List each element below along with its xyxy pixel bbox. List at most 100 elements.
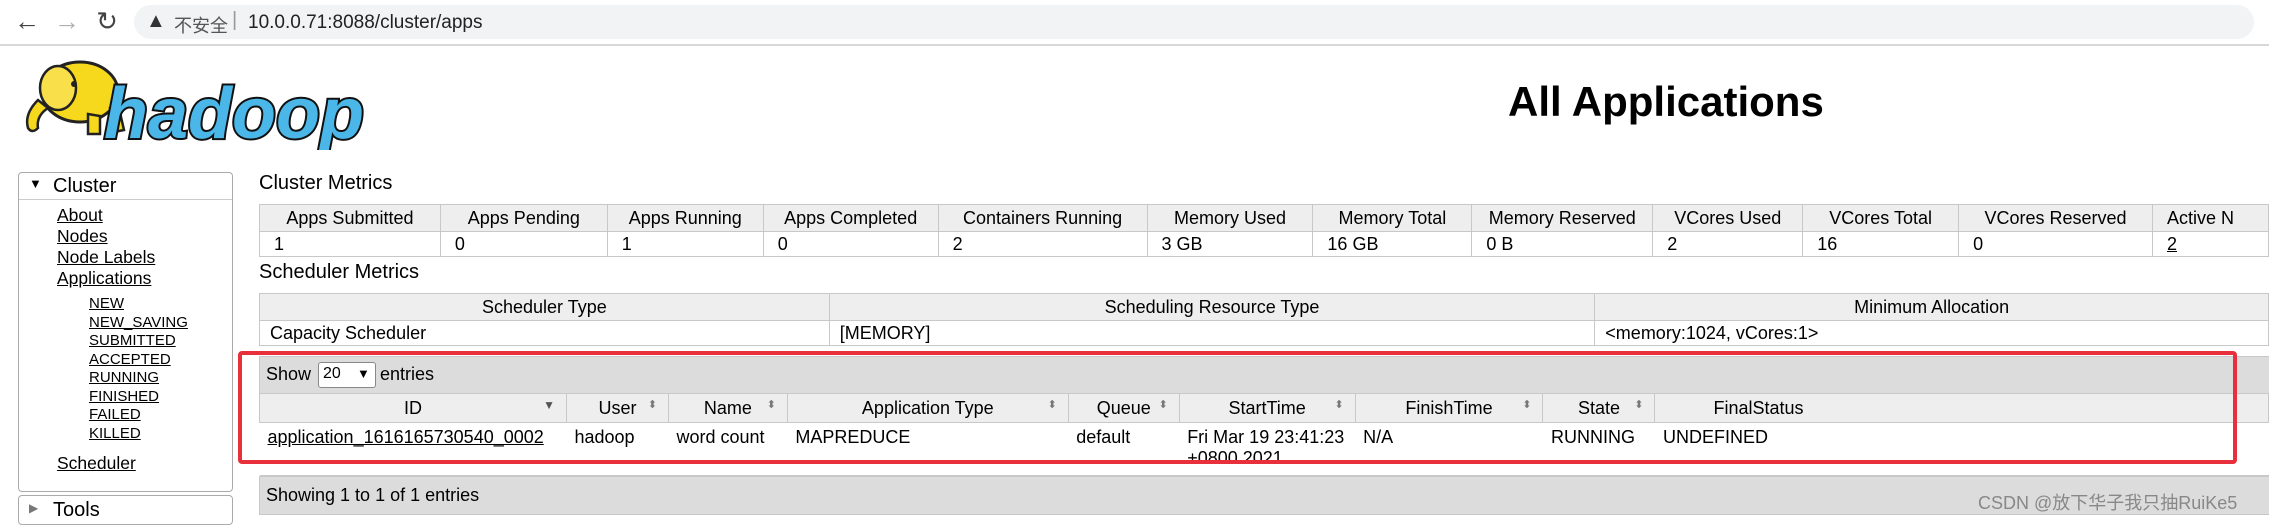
state-link-finished[interactable]: FINISHED — [89, 388, 188, 407]
metrics-header: Apps Completed — [762, 204, 939, 232]
caret-down-icon[interactable]: ▼ — [29, 176, 42, 191]
apps-table-toolbar: Show 20 ▼ entries — [259, 356, 2269, 394]
metric-vcores-total: 16 — [1802, 231, 1960, 257]
page-size-select[interactable]: 20 ▼ — [318, 362, 376, 388]
back-arrow-icon[interactable]: ← — [12, 6, 42, 36]
cluster-links: About Nodes Node Labels Applications — [57, 205, 155, 289]
nav-link-nodes[interactable]: Nodes — [57, 226, 155, 247]
column-header-id[interactable]: ID ▼ — [259, 393, 567, 423]
metrics-header: VCores Total — [1802, 204, 1960, 232]
metric-containers-running: 2 — [937, 231, 1148, 257]
metrics-header: Memory Reserved — [1471, 204, 1654, 232]
column-header-state[interactable]: State ⬍ — [1542, 393, 1656, 423]
column-header-start-time[interactable]: StartTime ⬍ — [1178, 393, 1356, 423]
application-state-links: NEW NEW_SAVING SUBMITTED ACCEPTED RUNNIN… — [89, 295, 188, 443]
column-header-name[interactable]: Name ⬍ — [667, 393, 788, 423]
metrics-value-row: 1 0 1 0 2 3 GB 16 GB 0 B 2 16 0 2 — [259, 231, 2269, 257]
column-header-queue[interactable]: Queue ⬍ — [1067, 393, 1180, 423]
sort-icon[interactable]: ⬍ — [1334, 398, 1343, 411]
state-link-new[interactable]: NEW — [89, 295, 188, 314]
entries-label: entries — [380, 364, 435, 384]
warning-icon[interactable]: ▲ — [146, 10, 166, 33]
metrics-header-row: Apps Submitted Apps Pending Apps Running… — [259, 204, 2269, 232]
insecure-label[interactable]: 不安全 — [174, 12, 228, 38]
app-id-link[interactable]: application_1616165730540_0002 — [268, 427, 544, 447]
apps-table-footer: Showing 1 to 1 of 1 entries — [259, 476, 2269, 515]
cluster-panel: ▼ Cluster About Nodes Node Labels Applic… — [18, 172, 233, 492]
state-link-submitted[interactable]: SUBMITTED — [89, 332, 188, 351]
app-id-cell: application_1616165730540_0002 — [259, 422, 567, 476]
cluster-label[interactable]: Cluster — [53, 175, 116, 198]
metric-vcores-used: 2 — [1652, 231, 1804, 257]
sort-desc-icon[interactable]: ▼ — [543, 398, 555, 412]
state-link-running[interactable]: RUNNING — [89, 369, 188, 388]
cluster-panel-header[interactable]: ▼ Cluster — [19, 173, 232, 200]
metric-apps-running: 1 — [606, 231, 764, 257]
scheduler-header-row: Scheduler Type Scheduling Resource Type … — [259, 293, 2269, 321]
applications-table: ID ▼ User ⬍ Name ⬍ Application Type ⬍ Queue ⬍… — [259, 393, 2269, 476]
app-type: MAPREDUCE — [787, 422, 1069, 476]
entries-info: Showing 1 to 1 of 1 entries — [266, 485, 480, 505]
sort-icon[interactable]: ⬍ — [1522, 398, 1531, 411]
state-link-accepted[interactable]: ACCEPTED — [89, 351, 188, 370]
state-link-killed[interactable]: KILLED — [89, 425, 188, 444]
app-final-status: UNDEFINED — [1654, 422, 2269, 476]
app-queue: default — [1068, 422, 1180, 476]
logo-wordmark: hadoop — [104, 74, 364, 150]
column-header-label: Queue — [1096, 397, 1151, 418]
cluster-metrics-title: Cluster Metrics — [259, 172, 393, 194]
scheduler-header: Scheduler Type — [259, 293, 830, 321]
metric-apps-completed: 0 — [762, 231, 939, 257]
nav-link-node-labels[interactable]: Node Labels — [57, 247, 155, 268]
state-link-new-saving[interactable]: NEW_SAVING — [89, 314, 188, 333]
app-finish-time: N/A — [1355, 422, 1543, 476]
browser-toolbar: ← → ↻ ▲ 不安全 | 10.0.0.71:8088/cluster/app… — [0, 0, 2269, 46]
table-row: application_1616165730540_0002 hadoop wo… — [259, 422, 2269, 476]
forward-arrow-icon[interactable]: → — [52, 6, 82, 36]
metric-active-nodes: 2 — [2151, 231, 2269, 257]
reload-icon[interactable]: ↻ — [92, 6, 122, 36]
column-header-label: User — [598, 397, 637, 418]
sort-icon[interactable]: ⬍ — [1158, 398, 1167, 411]
column-header-user[interactable]: User ⬍ — [565, 393, 669, 423]
tools-panel-header[interactable]: ▶ Tools — [18, 495, 233, 525]
app-state: RUNNING — [1542, 422, 1655, 476]
scheduler-header: Scheduling Resource Type — [828, 293, 1596, 321]
metrics-header: VCores Reserved — [1958, 204, 2153, 232]
metrics-header: Apps Pending — [439, 204, 608, 232]
metric-memory-total: 16 GB — [1312, 231, 1473, 257]
sort-icon[interactable]: ⬍ — [1634, 398, 1643, 411]
column-header-label: FinishTime — [1405, 397, 1493, 418]
cluster-metrics-table: Apps Submitted Apps Pending Apps Running… — [259, 204, 2269, 257]
active-nodes-link[interactable]: 2 — [2167, 234, 2177, 254]
page-title: All Applications — [1508, 78, 1824, 125]
caret-right-icon[interactable]: ▶ — [29, 501, 38, 515]
apps-header-row: ID ▼ User ⬍ Name ⬍ Application Type ⬍ Queue ⬍… — [259, 393, 2269, 423]
metrics-header: Containers Running — [937, 204, 1148, 232]
address-bar[interactable]: ▲ 不安全 | 10.0.0.71:8088/cluster/apps — [134, 5, 2254, 39]
scheduler-header: Minimum Allocation — [1594, 293, 2269, 321]
nav-link-scheduler[interactable]: Scheduler — [57, 453, 136, 474]
minimum-allocation-value: <memory:1024, vCores:1> — [1594, 320, 2269, 346]
scheduling-resource-type-value: [MEMORY] — [828, 320, 1596, 346]
app-start-time: Fri Mar 19 23:41:23 +0800 2021 — [1179, 422, 1356, 476]
state-link-failed[interactable]: FAILED — [89, 406, 188, 425]
scheduler-value-row: Capacity Scheduler [MEMORY] <memory:1024… — [259, 320, 2269, 346]
scheduler-metrics-table: Scheduler Type Scheduling Resource Type … — [259, 293, 2269, 346]
watermark: CSDN @放下华子我只抽RuiKe5 — [1978, 493, 2238, 513]
sort-icon[interactable]: ⬍ — [767, 398, 776, 411]
nav-link-about[interactable]: About — [57, 205, 155, 226]
scheduler-type-value: Capacity Scheduler — [259, 320, 830, 346]
page-size-value[interactable]: 20 — [323, 365, 341, 383]
chevron-down-icon[interactable]: ▼ — [357, 366, 370, 381]
url-text[interactable]: 10.0.0.71:8088/cluster/apps — [248, 12, 483, 34]
column-header-finish-time[interactable]: FinishTime ⬍ — [1354, 393, 1544, 423]
column-header-application-type[interactable]: Application Type ⬍ — [786, 393, 1069, 423]
scheduler-metrics-title: Scheduler Metrics — [259, 261, 420, 283]
metrics-header: Memory Used — [1146, 204, 1314, 232]
sort-icon[interactable]: ⬍ — [648, 398, 657, 411]
column-header-final-status[interactable]: FinalStatus — [1654, 393, 2269, 423]
metrics-header: Apps Running — [606, 204, 764, 232]
sort-icon[interactable]: ⬍ — [1048, 398, 1057, 411]
nav-link-applications[interactable]: Applications — [57, 268, 155, 289]
